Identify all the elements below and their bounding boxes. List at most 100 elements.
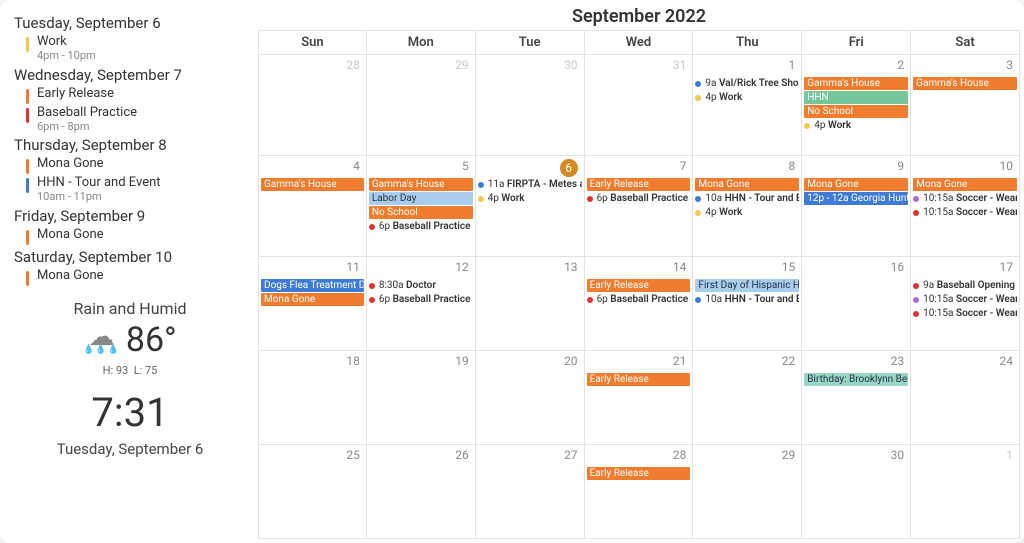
calendar-cell[interactable]: 5Gamma's HouseLabor DayNo School6p Baseb… [367,156,476,257]
calendar-cell[interactable]: 24 [911,351,1020,445]
calendar-cell[interactable]: 611a FIRPTA - Metes and Bounds4p Work [476,156,585,257]
calendar-cell[interactable]: 13 [476,257,585,351]
calendar-cell[interactable]: 26 [367,445,476,539]
calendar-event-dot[interactable]: 11a FIRPTA - Metes and Bounds [478,178,582,191]
calendar-event-dot[interactable]: 4p Work [695,91,799,104]
calendar-cell[interactable]: 10Mona Gone10:15a Soccer - Wear Yellow10… [911,156,1020,257]
calendar-cell[interactable]: 28 [258,55,367,156]
calendar-event-dot[interactable]: 9a Val/Rick Tree Shopping [695,77,799,90]
calendar-event-dot[interactable]: 4p Work [804,119,908,132]
calendar-cell[interactable]: 8Mona Gone10a HHN - Tour and Event4p Wor… [693,156,802,257]
calendar-event-dot[interactable]: 10:15a Soccer - Wear Yellow [913,192,1017,205]
calendar-event-block[interactable]: Early Release [587,279,691,292]
day-number: 18 [346,354,360,368]
calendar-cell[interactable]: 2Gamma's HouseHHNNo School4p Work [802,55,911,156]
sidebar-event[interactable]: Early Release [14,86,246,105]
sidebar-event[interactable]: HHN - Tour and Event10am - 11pm [14,175,246,205]
event-title: HHN - Tour and Event [37,176,161,191]
calendar-cell[interactable]: 16 [802,257,911,351]
calendar-event-block[interactable]: Mona Gone [913,178,1017,191]
calendar-cell[interactable]: 20 [476,351,585,445]
calendar-event-dot[interactable]: 10:15a Soccer - Wear Yellow [913,307,1017,320]
calendar-cell[interactable]: 29 [693,445,802,539]
calendar-event-block[interactable]: 12p - 12a Georgia Hunting (Tentative) [804,192,908,205]
calendar-cell[interactable]: 14Early Release6p Baseball Practice [585,257,694,351]
calendar-cell[interactable]: 9 Mona Gone12p - 12a Georgia Hunting (Ten… [802,156,911,257]
calendar-event-dot[interactable]: 6p Baseball Practice [369,220,473,233]
dow-cell: Sun [258,30,367,55]
calendar-event-block[interactable]: Dogs Flea Treatment Due [261,279,364,292]
calendar-cell[interactable]: 27 [476,445,585,539]
sidebar-event[interactable]: Mona Gone [14,268,246,287]
day-number: 9 [897,159,904,173]
calendar-event-dot[interactable]: 4p Work [695,206,799,219]
day-number: 26 [455,448,469,462]
day-number: 15 [782,260,796,274]
event-dot-icon [913,283,919,289]
calendar-cell[interactable]: 7Early Release6p Baseball Practice [585,156,694,257]
event-title: Early Release [37,87,114,102]
calendar-cell[interactable]: 179a Baseball Opening Day10:15a Soccer -… [911,257,1020,351]
calendar-event-block[interactable]: Labor Day [369,192,473,205]
calendar-event-block[interactable]: Mona Gone [261,293,364,306]
day-number: 13 [564,260,578,274]
calendar-cell[interactable]: 30 [802,445,911,539]
calendar-cell[interactable]: 30 [476,55,585,156]
calendar-event-block[interactable]: Gamma's House [913,77,1017,90]
calendar-cell[interactable]: 18 [258,351,367,445]
calendar-event-dot[interactable]: 6p Baseball Practice [587,192,691,205]
event-dot-icon [695,95,701,101]
calendar-event-dot[interactable]: 8:30a Doctor [369,279,473,292]
event-subtitle: 4pm - 10pm [37,50,96,63]
calendar-event-block[interactable]: No School [369,206,473,219]
calendar-event-dot[interactable]: 6p Baseball Practice [587,293,691,306]
calendar-cell[interactable]: 128:30a Doctor6p Baseball Practice [367,257,476,351]
day-number: 6 [560,159,578,177]
calendar-event-block[interactable]: Gamma's House [261,178,364,191]
calendar-cell[interactable]: 19a Val/Rick Tree Shopping4p Work [693,55,802,156]
day-number: 24 [999,354,1013,368]
calendar-cell[interactable]: 31 [585,55,694,156]
calendar-event-block[interactable]: Gamma's House [804,77,908,90]
sidebar-event[interactable]: Mona Gone [14,227,246,246]
calendar-event-dot[interactable]: 9a Baseball Opening Day [913,279,1017,292]
calendar-event-block[interactable]: Early Release [587,373,691,386]
calendar-cell[interactable]: 28Early Release [585,445,694,539]
calendar-cell[interactable]: 1 [911,445,1020,539]
calendar-cell[interactable]: 11Dogs Flea Treatment DueMona Gone [258,257,367,351]
calendar-event-dot[interactable]: 10:15a Soccer - Wear Yellow [913,293,1017,306]
day-number: 21 [673,354,687,368]
calendar-cell[interactable]: 25 [258,445,367,539]
calendar-event-block[interactable]: No School [804,105,908,118]
sidebar-event[interactable]: Work4pm - 10pm [14,34,246,64]
calendar-event-dot[interactable]: 4p Work [478,192,582,205]
calendar-cell[interactable]: 29 [367,55,476,156]
calendar-event-block[interactable]: Gamma's House [369,178,473,191]
calendar-event-block[interactable]: Early Release [587,178,691,191]
calendar-cell[interactable]: 23Birthday: Brooklynn Besse [802,351,911,445]
event-dot-icon [913,210,919,216]
calendar-event-block[interactable]: Birthday: Brooklynn Besse [804,373,908,386]
calendar-event-dot[interactable]: 6p Baseball Practice [369,293,473,306]
calendar-event-block[interactable]: First Day of Hispanic Heritage [695,279,799,292]
calendar-event-block[interactable]: Mona Gone [695,178,799,191]
sidebar-event[interactable]: Baseball Practice6pm - 8pm [14,105,246,135]
sidebar-event[interactable]: Mona Gone [14,156,246,175]
calendar-cell[interactable]: 22 [693,351,802,445]
calendar-event-dot[interactable]: 10a HHN - Tour and Event [695,293,799,306]
calendar-cell[interactable]: 4Gamma's House [258,156,367,257]
calendar-event-dot[interactable]: 10:15a Soccer - Wear Yellow [913,206,1017,219]
calendar-event-dot[interactable]: 10a HHN - Tour and Event [695,192,799,205]
calendar-event-block[interactable]: HHN [804,91,908,104]
calendar-cell[interactable]: 21 Early Release [585,351,694,445]
calendar-event-block[interactable]: Mona Gone [804,178,908,191]
calendar-cell[interactable]: 15 First Day of Hispanic Heritage10a HHN … [693,257,802,351]
calendar-event-block[interactable]: Early Release [587,467,691,480]
event-dot-icon [587,297,593,303]
calendar-cell[interactable]: 19 [367,351,476,445]
event-title: Baseball Practice [37,106,137,121]
calendar-cell[interactable]: 3Gamma's House [911,55,1020,156]
event-dot-icon [913,311,919,317]
event-dot-icon [369,283,375,289]
day-number: 27 [564,448,578,462]
